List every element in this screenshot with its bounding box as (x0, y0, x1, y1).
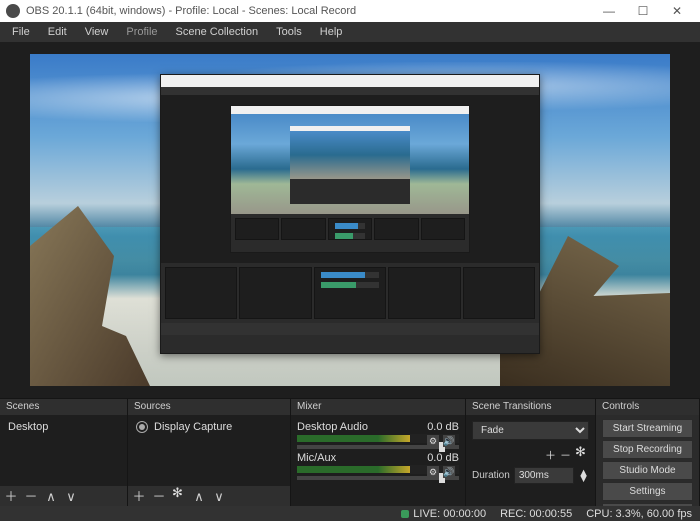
gear-icon (172, 488, 186, 502)
duration-down[interactable]: ▼ (578, 476, 589, 482)
menu-file[interactable]: File (4, 24, 38, 40)
scene-down-button[interactable]: ∨ (64, 490, 78, 503)
scene-item[interactable]: Desktop (6, 419, 121, 435)
studio-mode-button[interactable]: Studio Mode (602, 461, 693, 480)
mixer-channel-desktop: Desktop Audio 0.0 dB ⚙ 🔊 (297, 421, 459, 449)
live-dot-icon (401, 510, 409, 518)
remove-transition-button[interactable]: － (560, 447, 571, 463)
scenes-toolbar: ＋ － ∧ ∨ (0, 486, 127, 506)
source-item-label: Display Capture (154, 421, 232, 433)
mixer-channel-mic: Mic/Aux 0.0 dB ⚙ 🔊 (297, 452, 459, 480)
duration-label: Duration (472, 470, 510, 481)
source-up-button[interactable]: ∧ (192, 490, 206, 503)
sources-panel: Sources Display Capture ＋ － ∧ ∨ (128, 399, 291, 506)
preview-area[interactable] (0, 42, 700, 398)
bottom-panels: Scenes Desktop ＋ － ∧ ∨ Sources Display C… (0, 398, 700, 506)
nested-window (160, 74, 540, 354)
scenes-panel: Scenes Desktop ＋ － ∧ ∨ (0, 399, 128, 506)
mixer-db: 0.0 dB (427, 421, 459, 433)
menu-edit[interactable]: Edit (40, 24, 75, 40)
settings-button[interactable]: Settings (602, 482, 693, 501)
gear-icon[interactable]: ⚙ (427, 466, 439, 478)
controls-header: Controls (596, 399, 699, 415)
cpu-status: CPU: 3.3%, 60.00 fps (586, 508, 692, 520)
live-status: LIVE: 00:00:00 (401, 508, 486, 520)
exit-button[interactable]: Exit (602, 503, 693, 506)
mixer-label: Mic/Aux (297, 452, 336, 464)
remove-source-button[interactable]: － (152, 490, 166, 503)
titlebar: OBS 20.1.1 (64bit, windows) - Profile: L… (0, 0, 700, 22)
mixer-panel: Mixer Desktop Audio 0.0 dB ⚙ 🔊 Mic/Aux 0.0 … (291, 399, 466, 506)
duration-input[interactable] (514, 467, 574, 484)
mixer-db: 0.0 dB (427, 452, 459, 464)
menu-scene-collection[interactable]: Scene Collection (168, 24, 267, 40)
menu-help[interactable]: Help (312, 24, 351, 40)
stop-recording-button[interactable]: Stop Recording (602, 440, 693, 459)
mixer-label: Desktop Audio (297, 421, 368, 433)
source-settings-button[interactable] (172, 488, 186, 504)
scene-item-label: Desktop (8, 421, 48, 433)
controls-panel: Controls Start Streaming Stop Recording … (596, 399, 700, 506)
scene-up-button[interactable]: ∧ (44, 490, 58, 503)
menu-tools[interactable]: Tools (268, 24, 310, 40)
sources-header: Sources (128, 399, 290, 415)
source-item[interactable]: Display Capture (134, 419, 284, 435)
start-streaming-button[interactable]: Start Streaming (602, 419, 693, 438)
transition-select[interactable]: Fade (472, 421, 589, 440)
transition-settings-button[interactable] (575, 446, 589, 463)
menu-view[interactable]: View (77, 24, 117, 40)
scenes-header: Scenes (0, 399, 127, 415)
window-title: OBS 20.1.1 (64bit, windows) - Profile: L… (26, 5, 592, 17)
mixer-header: Mixer (291, 399, 465, 415)
menubar: File Edit View Profile Scene Collection … (0, 22, 700, 42)
statusbar: LIVE: 00:00:00 REC: 00:00:55 CPU: 3.3%, … (0, 506, 700, 521)
add-source-button[interactable]: ＋ (132, 490, 146, 503)
maximize-button[interactable]: ☐ (626, 4, 660, 18)
speaker-icon[interactable]: 🔊 (443, 435, 455, 447)
app-icon (6, 4, 20, 18)
transitions-panel: Scene Transitions Fade ＋ － Duration ▲▼ (466, 399, 596, 506)
add-scene-button[interactable]: ＋ (4, 490, 18, 503)
menu-profile[interactable]: Profile (118, 24, 165, 40)
transitions-header: Scene Transitions (466, 399, 595, 415)
preview-canvas (30, 54, 670, 386)
close-button[interactable]: ✕ (660, 4, 694, 18)
remove-scene-button[interactable]: － (24, 490, 38, 503)
sources-toolbar: ＋ － ∧ ∨ (128, 486, 290, 506)
gear-icon[interactable]: ⚙ (427, 435, 439, 447)
source-down-button[interactable]: ∨ (212, 490, 226, 503)
add-transition-button[interactable]: ＋ (545, 447, 556, 463)
eye-icon[interactable] (136, 421, 148, 433)
gear-icon (575, 446, 589, 460)
rec-status: REC: 00:00:55 (500, 508, 572, 520)
speaker-icon[interactable]: 🔊 (443, 466, 455, 478)
minimize-button[interactable]: — (592, 4, 626, 18)
